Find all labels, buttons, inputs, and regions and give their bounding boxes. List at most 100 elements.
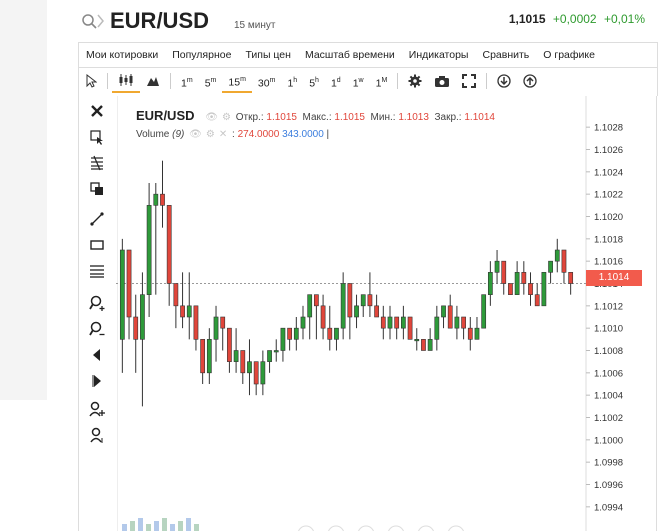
candle-body [273, 350, 279, 353]
candles-icon[interactable] [112, 69, 140, 93]
candle-body [320, 305, 326, 329]
volume-bar [122, 524, 127, 531]
candle-body [133, 316, 139, 340]
volume-value-a: 274.0000 [237, 129, 280, 140]
close-icon[interactable] [88, 102, 106, 120]
y-tick-label: 1.1028 [594, 123, 623, 134]
timeframe-1M[interactable]: 1M [370, 70, 394, 92]
timeframe-unit: M [381, 77, 388, 84]
candle-body [327, 327, 333, 340]
y-tick-label: 1.1012 [594, 301, 623, 312]
volume-bar [146, 524, 151, 531]
eye-icon[interactable]: 👁 [189, 129, 202, 140]
candle-body [374, 305, 379, 318]
person-icon[interactable] [88, 426, 106, 444]
gear-icon[interactable]: ⚙ [222, 112, 231, 123]
download-icon[interactable] [491, 70, 517, 92]
toolbar-divider [170, 73, 171, 89]
y-tick-label: 1.1024 [594, 167, 623, 178]
volume-bar [154, 521, 159, 531]
menu-popular[interactable]: Популярное [165, 49, 238, 61]
timeframe-15m[interactable]: 15m [222, 69, 252, 93]
cursor-icon[interactable] [79, 70, 103, 92]
trendline-icon[interactable] [88, 210, 106, 228]
menu-indicators[interactable]: Индикаторы [402, 49, 476, 61]
y-tick-label: 1.1010 [594, 324, 623, 335]
zoom-in-icon[interactable] [88, 294, 106, 312]
fibonacci-icon[interactable] [88, 154, 106, 172]
candle-body [200, 339, 206, 374]
candle-body [494, 260, 500, 273]
y-tick-label: 1.1020 [594, 212, 623, 223]
candle-body [146, 205, 152, 295]
candle-body [307, 294, 313, 318]
cursor-cross-icon[interactable] [88, 128, 106, 146]
y-tick-label: 1.1006 [594, 368, 623, 379]
candle-body [481, 294, 487, 329]
quote-summary: 1,1015 +0,0002 +0,01% [509, 12, 645, 26]
person-plus-icon[interactable] [88, 400, 106, 418]
timeframe-5m[interactable]: 5m [199, 70, 223, 92]
candle-body [287, 327, 292, 340]
candle-body [441, 305, 446, 318]
y-tick-label: 1.1016 [594, 257, 623, 268]
timeframe-1m[interactable]: 1m [175, 70, 199, 92]
timeframe-1d[interactable]: 1d [325, 70, 347, 92]
candle-body [434, 316, 440, 340]
timeframe-1h[interactable]: 1h [281, 70, 303, 92]
rectangle-icon[interactable] [88, 236, 106, 254]
last-price-tag: 1.1014 [586, 270, 642, 286]
candlestick-chart[interactable]: 1.1028 1.1026 1.1024 1.1022 1.1020 1.1018 1.10… [116, 96, 656, 531]
arrow-left-icon[interactable] [88, 346, 106, 364]
menu-time-scale[interactable]: Масштаб времени [298, 49, 402, 61]
timeframe-unit: m [210, 77, 217, 84]
chart-menu: Мои котировки Популярное Типы цен Масшта… [78, 42, 658, 68]
menu-price-types[interactable]: Типы цен [238, 49, 298, 61]
fullscreen-icon[interactable] [456, 70, 482, 92]
candle-body [240, 350, 246, 374]
eye-icon[interactable]: 👁 [205, 112, 218, 123]
area-icon[interactable] [140, 70, 166, 92]
menu-about-chart[interactable]: О графике [536, 49, 602, 61]
candle-body [267, 350, 272, 362]
timeframe-5h[interactable]: 5h [303, 70, 325, 92]
candle-body [119, 249, 125, 340]
upload-icon[interactable] [517, 70, 543, 92]
menu-compare[interactable]: Сравнить [475, 49, 536, 61]
timeframe-1w[interactable]: 1w [347, 70, 370, 92]
y-tick-label: 1.0998 [594, 458, 623, 469]
lines-icon[interactable] [88, 262, 106, 280]
menu-my-quotes[interactable]: Мои котировки [79, 49, 165, 61]
candle-body [394, 316, 400, 329]
volume-value-b: 343.0000 [282, 129, 324, 140]
candle-body [173, 283, 179, 307]
candle-body [220, 316, 226, 329]
candle-body [180, 305, 185, 318]
volume-bar [186, 518, 191, 531]
candle-body [126, 249, 132, 318]
camera-icon[interactable] [428, 70, 456, 92]
timeframe-30m[interactable]: 30m [252, 70, 282, 92]
volume-legend: Volume (9) 👁 ⚙ ✕ : 274.0000 343.0000 | [136, 129, 330, 140]
candle-body [354, 305, 359, 318]
low-value: 1.1013 [398, 112, 429, 123]
arrow-right-icon[interactable] [88, 372, 106, 390]
gear-icon[interactable]: ⚙ [206, 129, 215, 140]
copy-icon[interactable] [88, 180, 106, 198]
close-icon[interactable]: ✕ [219, 129, 227, 140]
zoom-out-icon[interactable] [88, 320, 106, 338]
scroll-dot [448, 525, 464, 531]
candle-body [401, 316, 406, 329]
close-label: Закр.: [434, 112, 462, 123]
ohlc-legend: EUR/USD 👁 ⚙ Откр.: 1.1015 Макс.: 1.1015 М… [136, 108, 495, 123]
candle-body [280, 327, 286, 351]
candle-body [360, 294, 366, 307]
y-tick-label: 1.1002 [594, 413, 623, 424]
price-change-pct: +0,01% [603, 12, 645, 26]
timeframe-unit: w [358, 77, 364, 84]
gear-icon[interactable] [402, 70, 428, 92]
candle-body [568, 272, 574, 284]
candle-body [166, 205, 172, 284]
candle-body [561, 249, 567, 273]
candle-body [227, 327, 232, 362]
